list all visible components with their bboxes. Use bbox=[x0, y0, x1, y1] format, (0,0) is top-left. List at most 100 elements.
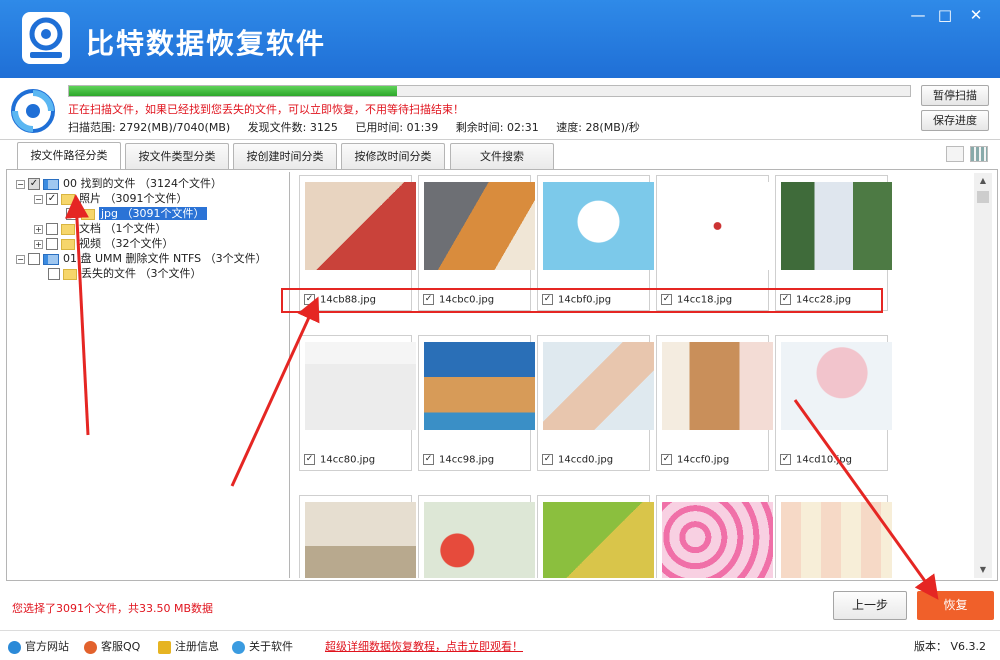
expand-icon[interactable]: + bbox=[34, 224, 43, 234]
checkbox[interactable] bbox=[28, 253, 40, 265]
checkbox[interactable]: ✓ bbox=[66, 208, 78, 220]
tab-file-search[interactable]: 文件搜索 bbox=[450, 143, 554, 170]
collapse-icon[interactable]: − bbox=[16, 254, 25, 264]
folder-icon bbox=[61, 238, 75, 250]
recover-button[interactable]: 恢复 bbox=[917, 591, 994, 620]
collapse-icon[interactable]: − bbox=[16, 179, 25, 189]
tab-by-created[interactable]: 按创建时间分类 bbox=[233, 143, 337, 170]
vertical-scrollbar[interactable]: ▲ ▼ bbox=[974, 173, 992, 578]
tree-root-drive[interactable]: − 01 盘 UMM 删除文件 NTFS （3个文件） bbox=[16, 251, 267, 266]
register-link[interactable]: 注册信息 bbox=[158, 638, 219, 654]
elapsed-value: 01:39 bbox=[406, 121, 439, 134]
file-thumb[interactable]: ✓ 14ccf0.jpg bbox=[656, 335, 773, 471]
tree-label: 00 找到的文件 （3124个文件） bbox=[63, 177, 222, 190]
thumbnail-image bbox=[305, 342, 416, 430]
file-thumb[interactable] bbox=[775, 495, 892, 578]
thumbnail-image bbox=[424, 502, 535, 578]
file-name: 14cd10.jpg bbox=[796, 454, 852, 466]
annotation-highlight-box bbox=[281, 288, 883, 313]
tree-item-photos[interactable]: − ✓ 照片 （3091个文件） bbox=[34, 191, 188, 206]
file-thumb[interactable]: ✓ 14cc80.jpg bbox=[299, 335, 416, 471]
minimize-icon[interactable]: — bbox=[905, 6, 931, 24]
scan-progress-bar bbox=[68, 85, 911, 97]
file-thumb[interactable] bbox=[537, 495, 654, 578]
app-title: 比特数据恢复软件 bbox=[86, 27, 327, 60]
support-qq-link[interactable]: 客服QQ bbox=[84, 638, 140, 654]
folder-tree: − ✓ 00 找到的文件 （3124个文件） − ✓ 照片 （3091个文件） ✓ jpg… bbox=[8, 172, 290, 578]
checkbox[interactable] bbox=[46, 238, 58, 250]
thumbnail-image bbox=[543, 502, 654, 578]
file-checkbox[interactable]: ✓ bbox=[304, 454, 315, 465]
close-icon[interactable]: ✕ bbox=[963, 6, 989, 24]
website-label: 官方网站 bbox=[25, 640, 69, 653]
tree-item-docs[interactable]: + 文档 （1个文件） bbox=[34, 221, 167, 236]
checkbox[interactable] bbox=[48, 268, 60, 280]
qq-label: 客服QQ bbox=[101, 640, 141, 653]
tab-by-modified[interactable]: 按修改时间分类 bbox=[341, 143, 445, 170]
file-thumb[interactable]: ✓ 14cd10.jpg bbox=[775, 335, 892, 471]
speed-value: 28(MB)/秒 bbox=[585, 121, 640, 134]
maximize-icon[interactable]: □ bbox=[932, 6, 958, 24]
scan-progress-fill bbox=[69, 86, 397, 96]
folder-icon bbox=[61, 193, 75, 205]
grid-view-icon[interactable] bbox=[970, 146, 988, 162]
scroll-down-icon[interactable]: ▼ bbox=[974, 562, 992, 578]
file-thumb[interactable] bbox=[656, 495, 773, 578]
file-name: 14ccf0.jpg bbox=[677, 454, 730, 466]
thumbnail-image bbox=[543, 342, 654, 430]
file-checkbox[interactable]: ✓ bbox=[780, 454, 791, 465]
pause-scan-button[interactable]: 暂停扫描 bbox=[921, 85, 989, 106]
folder-icon bbox=[81, 208, 95, 220]
scan-spinner-icon bbox=[11, 89, 55, 133]
file-thumb[interactable] bbox=[299, 495, 416, 578]
tree-label: 视频 （32个文件） bbox=[79, 237, 174, 250]
found-value: 3125 bbox=[309, 121, 338, 134]
tree-root-found[interactable]: − ✓ 00 找到的文件 （3124个文件） bbox=[16, 176, 222, 191]
thumbnail-grid: ✓ 14cb88.jpg ✓ 14cbc0.jpg ✓ 14cbf0.jpg ✓ 14c… bbox=[294, 172, 974, 578]
file-checkbox[interactable]: ✓ bbox=[661, 454, 672, 465]
file-checkbox[interactable]: ✓ bbox=[542, 454, 553, 465]
expand-icon[interactable]: + bbox=[34, 239, 43, 249]
remaining-label: 剩余时间: bbox=[455, 121, 504, 134]
remaining-value: 02:31 bbox=[507, 121, 539, 134]
scroll-up-icon[interactable]: ▲ bbox=[974, 173, 992, 189]
app-logo-icon bbox=[22, 12, 70, 64]
folder-icon bbox=[63, 268, 77, 280]
drive-icon bbox=[43, 253, 59, 265]
elapsed-label: 已用时间: bbox=[355, 121, 404, 134]
file-thumb[interactable]: ✓ 14cc98.jpg bbox=[418, 335, 535, 471]
tree-label: 丢失的文件 （3个文件） bbox=[81, 267, 202, 280]
range-value: 2792(MB)/7040(MB) bbox=[119, 121, 231, 134]
register-label: 注册信息 bbox=[175, 640, 219, 653]
file-checkbox[interactable]: ✓ bbox=[423, 454, 434, 465]
save-progress-button[interactable]: 保存进度 bbox=[921, 110, 989, 131]
checkbox[interactable] bbox=[46, 223, 58, 235]
version-label: 版本： V6.3.2 bbox=[914, 640, 987, 653]
tree-item-lost[interactable]: 丢失的文件 （3个文件） bbox=[48, 266, 202, 281]
checkbox[interactable]: ✓ bbox=[46, 193, 58, 205]
website-link[interactable]: 官方网站 bbox=[8, 638, 69, 654]
scroll-thumb[interactable] bbox=[977, 191, 989, 203]
previous-step-button[interactable]: 上一步 bbox=[833, 591, 907, 620]
thumbnail-image bbox=[662, 182, 773, 270]
tutorial-promo-link[interactable]: 超级详细数据恢复教程，点击立即观看！ bbox=[325, 638, 523, 654]
thumbnail-image bbox=[424, 182, 535, 270]
tree-item-jpg[interactable]: ✓ jpg （3091个文件） bbox=[66, 206, 207, 221]
checkbox[interactable]: ✓ bbox=[28, 178, 40, 190]
tree-label: 文档 （1个文件） bbox=[79, 222, 167, 235]
tab-by-path[interactable]: 按文件路径分类 bbox=[17, 142, 121, 170]
file-name: 14cc98.jpg bbox=[439, 454, 495, 466]
file-thumb[interactable]: ✓ 14ccd0.jpg bbox=[537, 335, 654, 471]
about-link[interactable]: 关于软件 bbox=[232, 638, 293, 654]
selection-info: 您选择了3091个文件，共33.50 MB数据 bbox=[12, 602, 214, 615]
thumbnail-image bbox=[662, 342, 773, 430]
folder-icon bbox=[61, 223, 75, 235]
collapse-icon[interactable]: − bbox=[34, 194, 43, 204]
tab-by-type[interactable]: 按文件类型分类 bbox=[125, 143, 229, 170]
list-view-icon[interactable] bbox=[946, 146, 964, 162]
file-name: 14cc80.jpg bbox=[320, 454, 376, 466]
file-thumb[interactable] bbox=[418, 495, 535, 578]
tree-item-video[interactable]: + 视频 （32个文件） bbox=[34, 236, 174, 251]
thumbnail-image bbox=[305, 182, 416, 270]
globe-icon bbox=[8, 640, 21, 654]
